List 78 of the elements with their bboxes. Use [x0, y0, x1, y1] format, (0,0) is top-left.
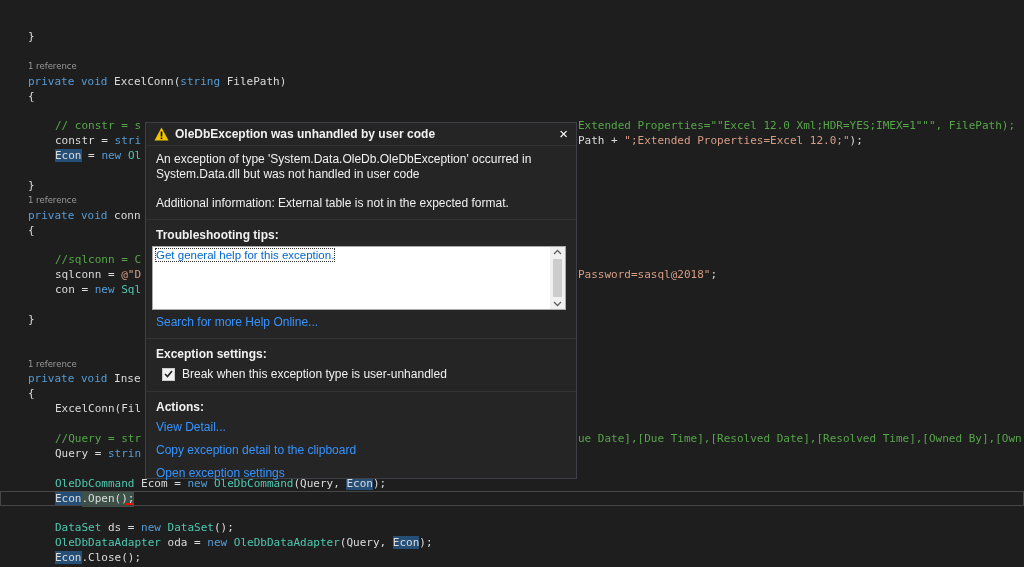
code-token: {	[28, 223, 35, 237]
reference-count[interactable]: 1 reference	[28, 195, 77, 206]
code-token: Sql	[121, 283, 142, 297]
code-token: OleDbDataAdapter	[233, 536, 340, 550]
code-token: strin	[108, 446, 142, 460]
code-token: OleDbDataAdapter	[55, 536, 161, 550]
code-token: DataSet	[167, 521, 214, 535]
code-token: stri	[114, 134, 142, 148]
code-token: Inse	[114, 372, 141, 386]
reference-count[interactable]: 1 reference	[28, 359, 77, 370]
code-token: );	[372, 476, 387, 490]
search-help-link[interactable]: Search for more Help Online...	[156, 315, 319, 329]
section-heading: Actions:	[156, 400, 205, 414]
code-token: ds =	[106, 521, 136, 535]
action-link[interactable]: Copy exception detail to the clipboard	[156, 443, 357, 457]
highlighted-reference: Econ	[55, 491, 82, 505]
code-token: constr =	[55, 134, 109, 148]
code-token: OleDbCommand	[55, 476, 135, 490]
code-token: ();	[213, 521, 234, 535]
code-token: }	[28, 178, 35, 192]
code-token: Password=sasql@2018"	[578, 268, 711, 282]
code-token: Query =	[55, 446, 103, 460]
error-code: .Open();	[81, 491, 135, 507]
action-link[interactable]: View Detail...	[156, 420, 226, 434]
code-token: ;	[710, 268, 718, 282]
warning-icon	[154, 127, 169, 141]
checkbox-label[interactable]: Break when this exception type is user-unhandled	[182, 367, 447, 381]
scrollbar[interactable]	[550, 247, 565, 309]
code-token: // constr = s	[55, 119, 142, 133]
code-token: //sqlconn = C	[55, 253, 142, 267]
code-token: new	[101, 149, 123, 163]
code-token: ue Date],[Due Time],[Resolved Date],[Resolved Time],[Owned By],[Own	[578, 432, 1022, 445]
code-token: Path +	[578, 134, 619, 148]
code-token: }	[28, 29, 35, 43]
code-token: {	[28, 387, 35, 401]
code-token: conn	[114, 208, 141, 222]
code-token: ";Extended Properties=Excel 12.0;"	[624, 134, 850, 148]
code-token: {	[28, 89, 35, 103]
close-button[interactable]: ×	[557, 126, 570, 142]
code-token: ExcelConn(	[114, 74, 181, 88]
code-token: new	[187, 476, 208, 490]
reference-count[interactable]: 1 reference	[28, 61, 77, 72]
popup-title: OleDbException was unhandled by user code	[175, 127, 437, 141]
code-token: new	[94, 283, 116, 297]
scroll-down-icon[interactable]	[553, 301, 562, 307]
checkbox[interactable]	[162, 367, 175, 381]
exception-message: An exception of type 'System.Data.OleDb.OleDbException' occurred in System.Data.dll but was not handled in user code	[156, 152, 533, 182]
code-token: DataSet	[55, 521, 102, 535]
code-token: Ol	[127, 149, 142, 163]
highlighted-reference: Econ	[392, 536, 420, 550]
help-link[interactable]: Get general help for this exception.	[156, 249, 335, 261]
code-token: new	[141, 521, 162, 535]
code-token: new	[207, 536, 229, 550]
code-token: @"D	[121, 268, 142, 282]
code-token: ExcelConn(Fil	[55, 402, 142, 416]
code-token: private void	[28, 74, 109, 88]
code-token: }	[28, 312, 35, 326]
code-token: private void	[28, 208, 109, 222]
code-token: string	[180, 74, 222, 88]
code-token: oda =	[166, 536, 202, 550]
code-token: .Close();	[81, 551, 142, 565]
code-token: //Query = str	[55, 432, 142, 445]
code-token: private void	[28, 372, 109, 386]
highlighted-reference: Econ	[55, 149, 82, 163]
code-token: );	[849, 134, 863, 148]
highlighted-reference: Econ	[55, 551, 82, 565]
additional-information: Additional information: External table is not in the expected format.	[156, 196, 510, 211]
code-token: (Query,	[339, 536, 388, 550]
code-token: sqlconn =	[55, 268, 116, 282]
code-token: Extended Properties=""Excel 12.0 Xml;HDR=YES;IMEX=1""", FilePath);	[578, 119, 1016, 133]
code-token: con =	[55, 283, 90, 297]
section-heading: Exception settings:	[156, 347, 268, 361]
code-token: );	[419, 536, 433, 550]
code-token: FilePath)	[226, 74, 287, 88]
code-token: =	[87, 149, 96, 163]
section-heading: Troubleshooting tips:	[156, 228, 280, 242]
scroll-up-icon[interactable]	[553, 249, 562, 255]
code-token: (Query,	[293, 476, 341, 490]
